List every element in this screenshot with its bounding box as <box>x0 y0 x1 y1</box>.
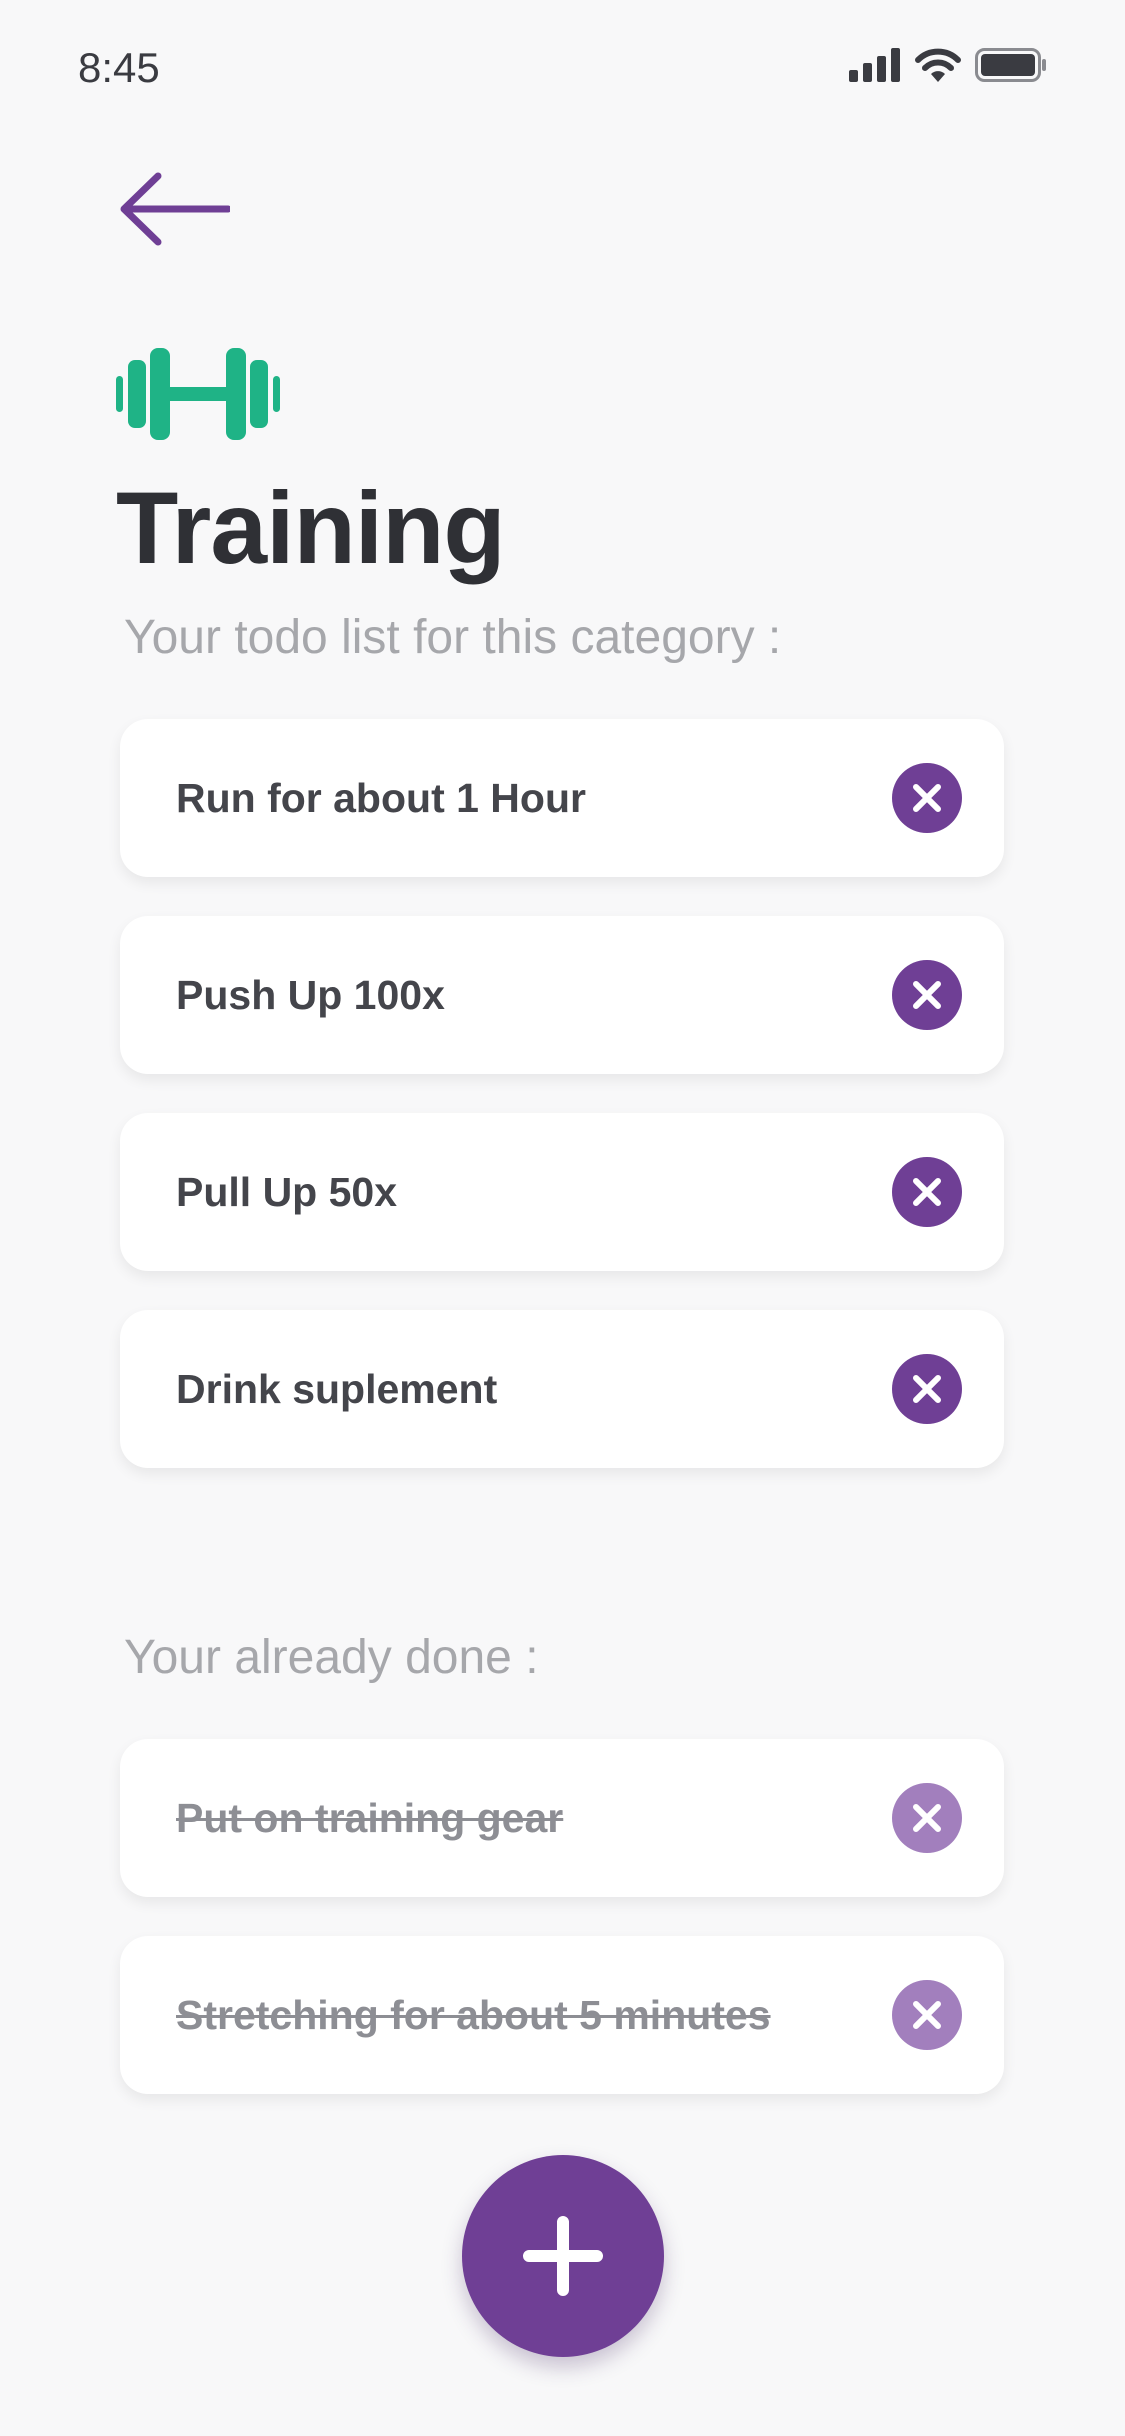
remove-item-button[interactable] <box>892 960 962 1030</box>
remove-item-button[interactable] <box>892 1783 962 1853</box>
close-icon <box>913 1178 941 1206</box>
add-todo-button[interactable] <box>462 2155 664 2357</box>
todo-section-label: Your todo list for this category : <box>124 611 782 664</box>
close-icon <box>913 1804 941 1832</box>
wifi-icon <box>915 48 961 87</box>
close-icon <box>913 784 941 812</box>
done-item[interactable]: Put on training gear <box>120 1739 1004 1897</box>
status-bar: 8:45 <box>0 0 1125 140</box>
todo-list: Run for about 1 Hour Push Up 100x Pull U… <box>120 719 1004 1507</box>
todo-item[interactable]: Push Up 100x <box>120 916 1004 1074</box>
todo-item[interactable]: Pull Up 50x <box>120 1113 1004 1271</box>
status-time: 8:45 <box>78 44 160 91</box>
todo-item-label: Run for about 1 Hour <box>176 774 586 821</box>
close-icon <box>913 981 941 1009</box>
plus-icon <box>523 2216 603 2296</box>
todo-item[interactable]: Run for about 1 Hour <box>120 719 1004 877</box>
todo-item[interactable]: Drink suplement <box>120 1310 1004 1468</box>
remove-item-button[interactable] <box>892 1157 962 1227</box>
remove-item-button[interactable] <box>892 1980 962 2050</box>
back-button[interactable] <box>118 172 232 246</box>
battery-icon <box>975 48 1047 87</box>
close-icon <box>913 2001 941 2029</box>
todo-item-label: Drink suplement <box>176 1365 498 1412</box>
status-icons <box>849 48 1047 87</box>
close-icon <box>913 1375 941 1403</box>
todo-item-label: Pull Up 50x <box>176 1168 398 1215</box>
arrow-left-icon <box>120 172 232 246</box>
done-item-label: Put on training gear <box>176 1794 564 1841</box>
remove-item-button[interactable] <box>892 1354 962 1424</box>
done-section-label: Your already done : <box>124 1631 539 1684</box>
todo-item-label: Push Up 100x <box>176 971 445 1018</box>
remove-item-button[interactable] <box>892 763 962 833</box>
done-item[interactable]: Stretching for about 5 minutes <box>120 1936 1004 2094</box>
done-list: Put on training gear Stretching for abou… <box>120 1739 1004 2133</box>
signal-icon <box>849 48 901 87</box>
page-title: Training <box>116 471 506 585</box>
done-item-label: Stretching for about 5 minutes <box>176 1991 771 2038</box>
dumbbell-icon <box>116 348 280 440</box>
